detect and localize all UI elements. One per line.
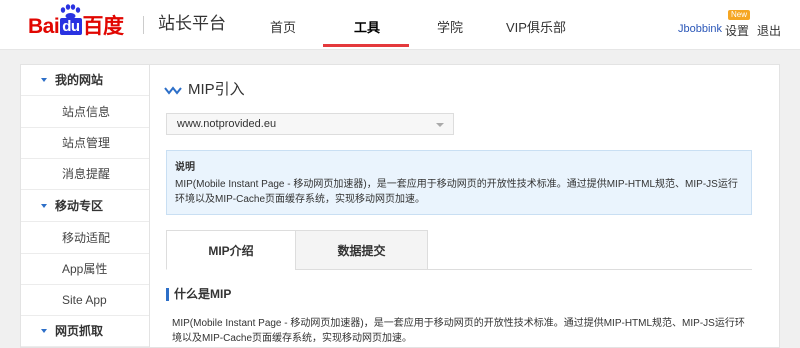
site-select[interactable]: www.notprovided.eu: [166, 113, 454, 135]
user-link[interactable]: Jbobbink: [678, 23, 722, 35]
logo-wordmark: Bai du 百度: [28, 15, 124, 38]
section-text: MIP(Mobile Instant Page - 移动网页加速器)，是一套应用…: [172, 318, 745, 344]
sidebar-item-site-info[interactable]: 站点信息: [21, 97, 149, 128]
nav-academy[interactable]: 学院: [435, 0, 465, 50]
header-divider: [143, 16, 144, 34]
top-header: Bai du 百度 站长平台 首页 工具 学院 VIP俱乐部 Jbobbink Ne…: [0, 0, 800, 50]
tab-data-submit[interactable]: 数据提交: [295, 230, 428, 270]
settings-link[interactable]: 设置: [725, 22, 749, 39]
site-select-value: www.notprovided.eu: [177, 118, 277, 130]
page-title: MIP引入: [188, 81, 245, 98]
nav-home[interactable]: 首页: [266, 0, 300, 50]
sidebar-item-message-alert[interactable]: 消息提醒: [21, 159, 149, 190]
caret-down-icon: [41, 329, 47, 333]
notice-text: MIP(Mobile Instant Page - 移动网页加速器)，是一套应用…: [175, 179, 738, 205]
chevron-down-icon: [436, 123, 444, 127]
sidebar-group-label: 网页抓取: [55, 324, 104, 338]
logout-link[interactable]: 退出: [757, 22, 781, 39]
sidebar-group-my-sites[interactable]: 我的网站: [21, 65, 149, 96]
caret-down-icon: [41, 204, 47, 208]
section-marker: [166, 288, 169, 301]
nav-tools[interactable]: 工具: [352, 0, 382, 50]
mip-icon: [164, 86, 182, 95]
sidebar-group-label: 移动专区: [55, 199, 104, 213]
site-name: 站长平台: [158, 14, 226, 33]
sidebar: 我的网站 站点信息 站点管理 消息提醒 移动专区 移动适配 App属性 Site…: [20, 64, 150, 348]
nav-vip-club[interactable]: VIP俱乐部: [505, 0, 567, 50]
sidebar-group-crawl[interactable]: 网页抓取: [21, 316, 149, 347]
caret-down-icon: [41, 78, 47, 82]
section-title: 什么是MIP: [174, 287, 232, 301]
sidebar-item-site-app[interactable]: Site App: [21, 285, 149, 316]
sidebar-group-mobile[interactable]: 移动专区: [21, 191, 149, 222]
sidebar-item-site-manage[interactable]: 站点管理: [21, 128, 149, 159]
sidebar-item-app-props[interactable]: App属性: [21, 254, 149, 285]
sidebar-group-label: 我的网站: [55, 73, 104, 87]
notice-title: 说明: [175, 162, 195, 173]
tab-mip-intro[interactable]: MIP介绍: [166, 230, 296, 270]
sidebar-item-mobile-adapt[interactable]: 移动适配: [21, 223, 149, 254]
tab-bar: MIP介绍 数据提交: [166, 230, 428, 270]
new-badge: New: [728, 10, 751, 20]
notice-box: 说明 MIP(Mobile Instant Page - 移动网页加速器)，是一…: [166, 150, 752, 215]
nav-active-underline: [323, 44, 409, 47]
